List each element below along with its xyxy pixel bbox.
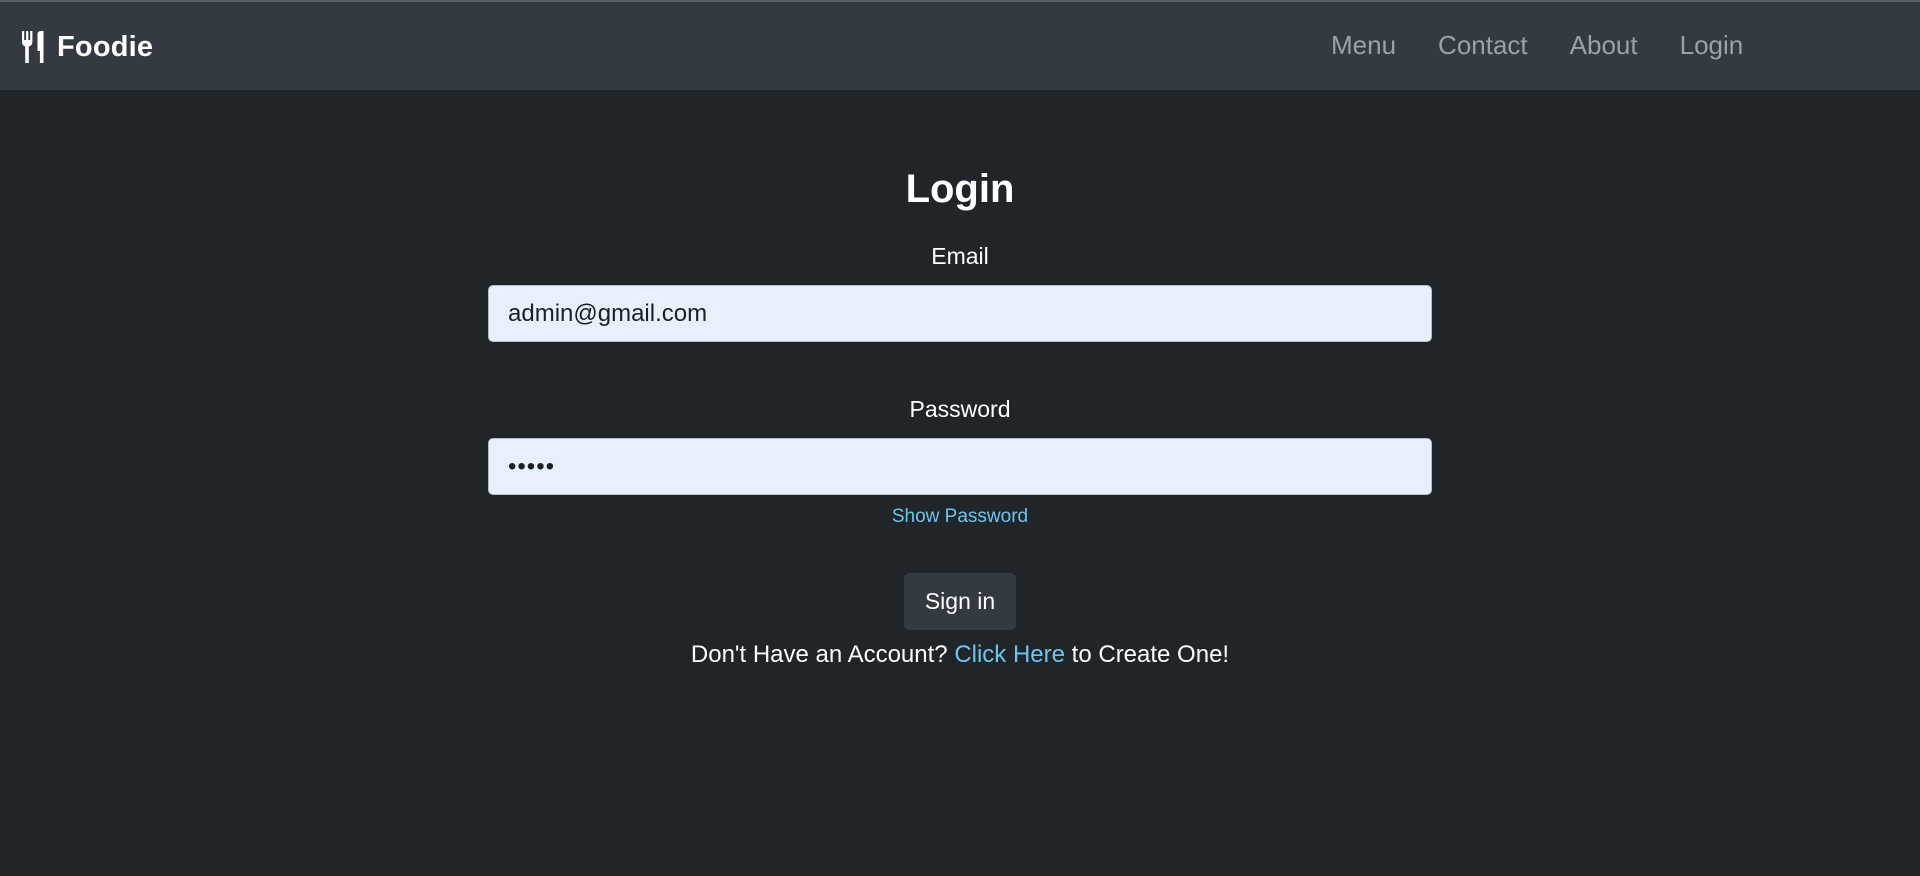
sign-in-button[interactable]: Sign in xyxy=(904,573,1016,630)
nav-link-login[interactable]: Login xyxy=(1680,28,1744,62)
page-title: Login xyxy=(905,167,1015,211)
show-password-link[interactable]: Show Password xyxy=(892,506,1028,527)
show-password-row: Show Password xyxy=(0,505,1920,529)
brand-link[interactable]: Foodie xyxy=(22,30,153,64)
navbar: Foodie Menu Contact About Login xyxy=(0,2,1920,90)
nav-link-contact[interactable]: Contact xyxy=(1438,28,1528,62)
account-suffix-text: to Create One! xyxy=(1071,641,1230,668)
create-account-line: Don't Have an Account? Click Here to Cre… xyxy=(0,639,1920,671)
nav-links: Menu Contact About Login xyxy=(1331,28,1743,62)
create-account-link[interactable]: Click Here xyxy=(954,641,1065,668)
password-field[interactable] xyxy=(488,438,1432,495)
brand-name: Foodie xyxy=(57,30,154,63)
nav-link-menu[interactable]: Menu xyxy=(1331,28,1396,62)
email-label: Email xyxy=(931,243,989,269)
email-field[interactable] xyxy=(488,285,1432,342)
login-section: Login Email Password Show Password Sign … xyxy=(0,90,1920,876)
nav-link-about[interactable]: About xyxy=(1570,28,1638,62)
utensils-icon xyxy=(22,31,44,63)
account-prompt-text: Don't Have an Account? xyxy=(690,641,948,668)
password-label: Password xyxy=(909,396,1011,422)
